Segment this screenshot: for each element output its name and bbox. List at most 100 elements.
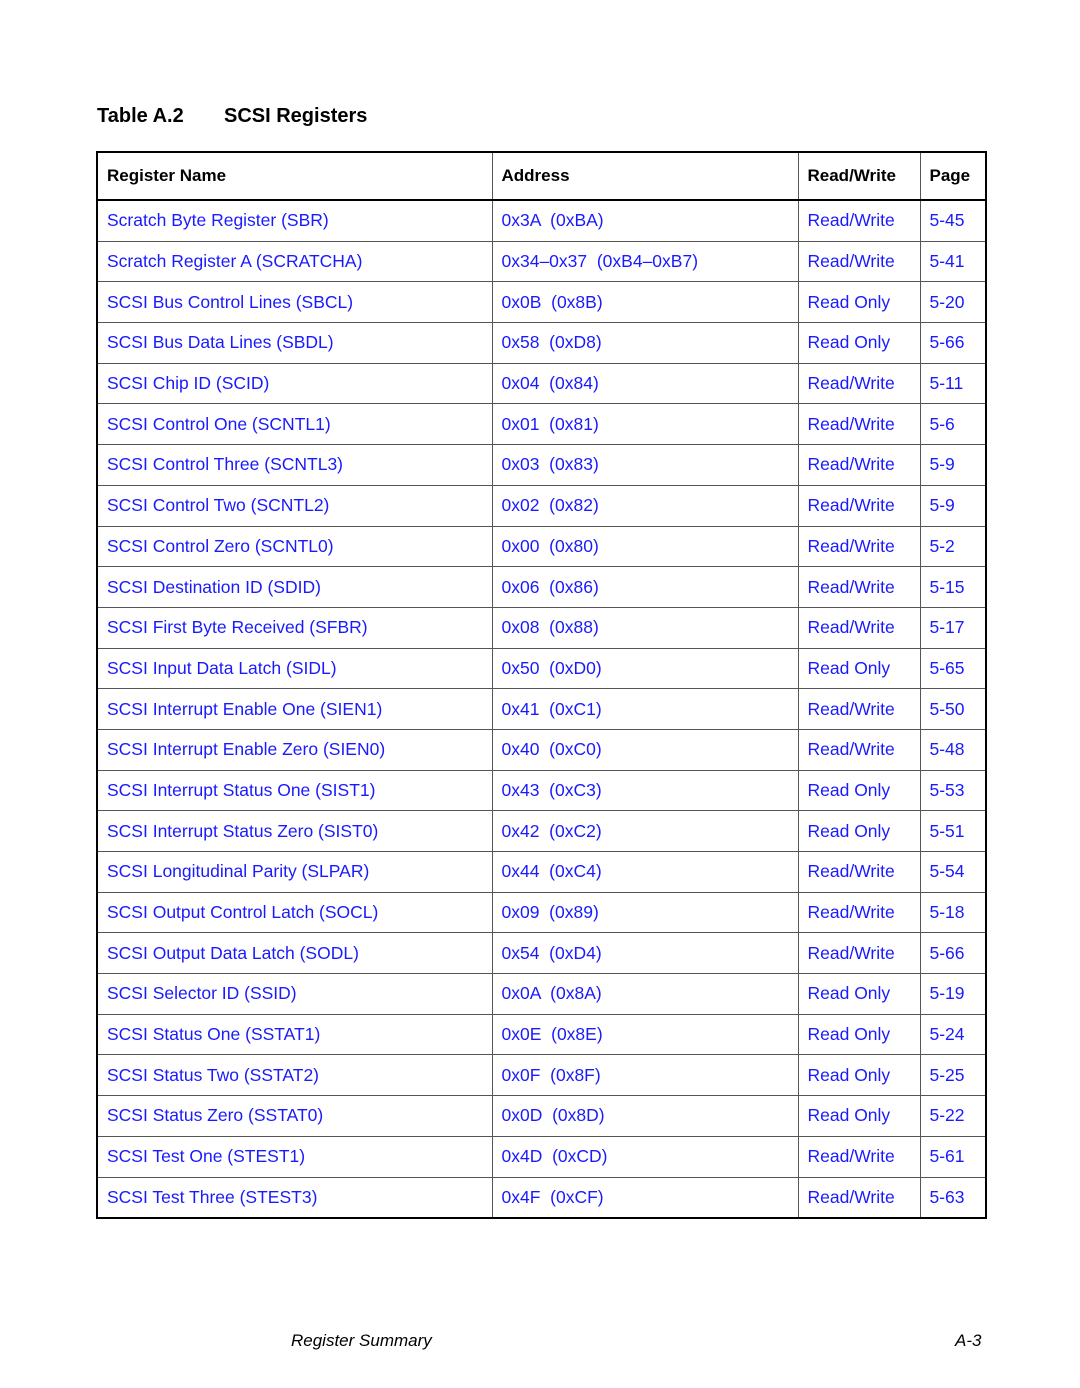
register-name-link[interactable]: SCSI Bus Data Lines (SBDL) <box>107 332 334 352</box>
address-link[interactable]: 0x58 (0xD8) <box>502 332 602 352</box>
page-link[interactable]: 5-18 <box>930 902 965 922</box>
access-link[interactable]: Read Only <box>808 292 891 312</box>
register-name-link[interactable]: SCSI Control Two (SCNTL2) <box>107 495 329 515</box>
register-name-link[interactable]: SCSI Test One (STEST1) <box>107 1146 305 1166</box>
page-link[interactable]: 5-22 <box>930 1105 965 1125</box>
register-name-link[interactable]: SCSI First Byte Received (SFBR) <box>107 617 368 637</box>
access-link[interactable]: Read Only <box>808 332 891 352</box>
address-link[interactable]: 0x03 (0x83) <box>502 454 599 474</box>
address-link[interactable]: 0x41 (0xC1) <box>502 699 602 719</box>
address-link[interactable]: 0x00 (0x80) <box>502 536 599 556</box>
page-link[interactable]: 5-53 <box>930 780 965 800</box>
access-link[interactable]: Read Only <box>808 1105 891 1125</box>
page-link[interactable]: 5-15 <box>930 577 965 597</box>
register-name-link[interactable]: SCSI Interrupt Status One (SIST1) <box>107 780 375 800</box>
address-link[interactable]: 0x50 (0xD0) <box>502 658 602 678</box>
address-link[interactable]: 0x0A (0x8A) <box>502 983 602 1003</box>
address-link[interactable]: 0x01 (0x81) <box>502 414 599 434</box>
access-link[interactable]: Read/Write <box>808 861 895 881</box>
page-link[interactable]: 5-65 <box>930 658 965 678</box>
access-link[interactable]: Read Only <box>808 821 891 841</box>
page-link[interactable]: 5-63 <box>930 1187 965 1207</box>
register-name-link[interactable]: SCSI Interrupt Status Zero (SIST0) <box>107 821 378 841</box>
address-link[interactable]: 0x43 (0xC3) <box>502 780 602 800</box>
address-link[interactable]: 0x54 (0xD4) <box>502 943 602 963</box>
register-name-link[interactable]: SCSI Chip ID (SCID) <box>107 373 269 393</box>
access-link[interactable]: Read/Write <box>808 577 895 597</box>
register-name-link[interactable]: SCSI Control Three (SCNTL3) <box>107 454 343 474</box>
address-link[interactable]: 0x40 (0xC0) <box>502 739 602 759</box>
page-link[interactable]: 5-9 <box>930 454 955 474</box>
address-link[interactable]: 0x09 (0x89) <box>502 902 599 922</box>
register-name-link[interactable]: Scratch Register A (SCRATCHA) <box>107 251 362 271</box>
access-link[interactable]: Read Only <box>808 780 891 800</box>
page-link[interactable]: 5-50 <box>930 699 965 719</box>
access-link[interactable]: Read/Write <box>808 536 895 556</box>
register-name-link[interactable]: SCSI Interrupt Enable One (SIEN1) <box>107 699 382 719</box>
address-link[interactable]: 0x44 (0xC4) <box>502 861 602 881</box>
address-link[interactable]: 0x0E (0x8E) <box>502 1024 603 1044</box>
address-link[interactable]: 0x34–0x37 (0xB4–0xB7) <box>502 251 699 271</box>
register-name-link[interactable]: SCSI Output Data Latch (SODL) <box>107 943 359 963</box>
page-link[interactable]: 5-19 <box>930 983 965 1003</box>
access-link[interactable]: Read/Write <box>808 617 895 637</box>
page-link[interactable]: 5-48 <box>930 739 965 759</box>
address-link[interactable]: 0x0F (0x8F) <box>502 1065 601 1085</box>
address-link[interactable]: 0x42 (0xC2) <box>502 821 602 841</box>
register-name-link[interactable]: SCSI Longitudinal Parity (SLPAR) <box>107 861 369 881</box>
access-link[interactable]: Read/Write <box>808 943 895 963</box>
page-link[interactable]: 5-66 <box>930 332 965 352</box>
address-link[interactable]: 0x0B (0x8B) <box>502 292 603 312</box>
register-name-link[interactable]: SCSI Bus Control Lines (SBCL) <box>107 292 353 312</box>
page-link[interactable]: 5-45 <box>930 210 965 230</box>
access-link[interactable]: Read Only <box>808 1065 891 1085</box>
access-link[interactable]: Read/Write <box>808 902 895 922</box>
register-name-link[interactable]: SCSI Status Two (SSTAT2) <box>107 1065 319 1085</box>
address-link[interactable]: 0x4D (0xCD) <box>502 1146 608 1166</box>
access-link[interactable]: Read/Write <box>808 495 895 515</box>
access-link[interactable]: Read Only <box>808 1024 891 1044</box>
register-name-link[interactable]: SCSI Interrupt Enable Zero (SIEN0) <box>107 739 385 759</box>
register-name-link[interactable]: SCSI Control One (SCNTL1) <box>107 414 331 434</box>
address-link[interactable]: 0x02 (0x82) <box>502 495 599 515</box>
register-name-link[interactable]: SCSI Destination ID (SDID) <box>107 577 321 597</box>
access-link[interactable]: Read/Write <box>808 1146 895 1166</box>
register-name-link[interactable]: SCSI Status One (SSTAT1) <box>107 1024 320 1044</box>
address-link[interactable]: 0x06 (0x86) <box>502 577 599 597</box>
access-link[interactable]: Read Only <box>808 658 891 678</box>
address-link[interactable]: 0x0D (0x8D) <box>502 1105 605 1125</box>
address-link[interactable]: 0x3A (0xBA) <box>502 210 604 230</box>
access-link[interactable]: Read Only <box>808 983 891 1003</box>
page-link[interactable]: 5-11 <box>930 373 964 393</box>
access-link[interactable]: Read/Write <box>808 210 895 230</box>
access-link[interactable]: Read/Write <box>808 1187 895 1207</box>
access-link[interactable]: Read/Write <box>808 699 895 719</box>
page-link[interactable]: 5-54 <box>930 861 965 881</box>
page-link[interactable]: 5-9 <box>930 495 955 515</box>
page-link[interactable]: 5-51 <box>930 821 965 841</box>
access-link[interactable]: Read/Write <box>808 739 895 759</box>
register-name-link[interactable]: SCSI Selector ID (SSID) <box>107 983 297 1003</box>
address-link[interactable]: 0x04 (0x84) <box>502 373 599 393</box>
page-link[interactable]: 5-41 <box>930 251 965 271</box>
page-link[interactable]: 5-20 <box>930 292 965 312</box>
page-link[interactable]: 5-66 <box>930 943 965 963</box>
address-link[interactable]: 0x4F (0xCF) <box>502 1187 604 1207</box>
page-link[interactable]: 5-24 <box>930 1024 965 1044</box>
address-link[interactable]: 0x08 (0x88) <box>502 617 599 637</box>
page-link[interactable]: 5-6 <box>930 414 955 434</box>
register-name-link[interactable]: SCSI Input Data Latch (SIDL) <box>107 658 337 678</box>
access-link[interactable]: Read/Write <box>808 251 895 271</box>
page-link[interactable]: 5-2 <box>930 536 955 556</box>
register-name-link[interactable]: SCSI Output Control Latch (SOCL) <box>107 902 378 922</box>
page-link[interactable]: 5-61 <box>930 1146 965 1166</box>
register-name-link[interactable]: SCSI Control Zero (SCNTL0) <box>107 536 334 556</box>
access-link[interactable]: Read/Write <box>808 454 895 474</box>
register-name-link[interactable]: SCSI Test Three (STEST3) <box>107 1187 317 1207</box>
access-link[interactable]: Read/Write <box>808 373 895 393</box>
page-link[interactable]: 5-25 <box>930 1065 965 1085</box>
register-name-link[interactable]: SCSI Status Zero (SSTAT0) <box>107 1105 323 1125</box>
access-link[interactable]: Read/Write <box>808 414 895 434</box>
register-name-link[interactable]: Scratch Byte Register (SBR) <box>107 210 329 230</box>
page-link[interactable]: 5-17 <box>930 617 965 637</box>
